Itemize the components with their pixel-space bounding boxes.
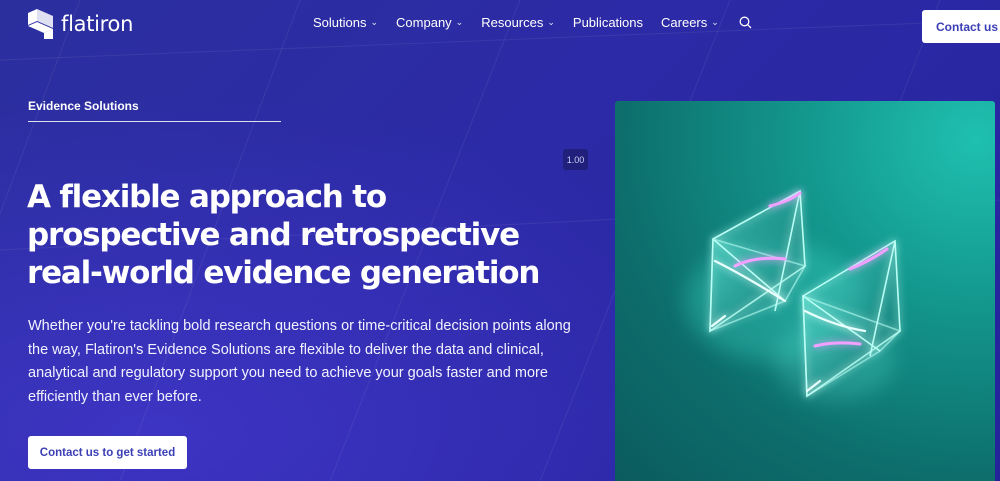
page-title: A flexible approach to prospective and r… — [27, 179, 540, 291]
contact-us-to-get-started-button[interactable]: Contact us to get started — [28, 436, 187, 469]
hero-description: Whether you're tackling bold research qu… — [28, 318, 571, 405]
hero-image — [615, 101, 995, 481]
glowing-crystal-logo-icon — [685, 189, 902, 401]
chevron-down-icon: ⌄ — [370, 17, 379, 27]
nav-careers-label: Careers — [661, 15, 708, 30]
eyebrow-label: Evidence Solutions — [28, 99, 139, 113]
nav-company[interactable]: Company ⌄ — [396, 15, 463, 30]
chevron-down-icon: ⌄ — [711, 17, 719, 27]
nav-publications[interactable]: Publications — [573, 15, 643, 30]
contact-us-button[interactable]: Contact us — [922, 10, 1000, 43]
flatiron-logo[interactable]: flatiron — [28, 9, 133, 39]
nav-solutions-label: Solutions — [313, 15, 367, 30]
main-nav: Solutions ⌄ Company ⌄ Resources ⌄ Public… — [313, 15, 752, 30]
nav-resources-label: Resources — [481, 15, 544, 30]
chevron-down-icon: ⌄ — [455, 17, 464, 27]
logo-text: flatiron — [61, 12, 134, 36]
eyebrow-divider — [28, 121, 281, 122]
nav-publications-label: Publications — [572, 15, 644, 30]
nav-careers[interactable]: Careers ⌄ — [661, 15, 719, 30]
nav-solutions[interactable]: Solutions ⌄ — [313, 15, 378, 30]
nav-company-label: Company — [396, 15, 452, 30]
version-badge: 1.00 — [563, 149, 588, 170]
flatiron-logo-icon — [28, 9, 53, 39]
site-header: flatiron Solutions ⌄ Company ⌄ Resources… — [0, 0, 1000, 48]
chevron-down-icon: ⌄ — [547, 17, 555, 27]
nav-resources[interactable]: Resources ⌄ — [481, 15, 555, 30]
search-icon[interactable] — [739, 16, 752, 29]
